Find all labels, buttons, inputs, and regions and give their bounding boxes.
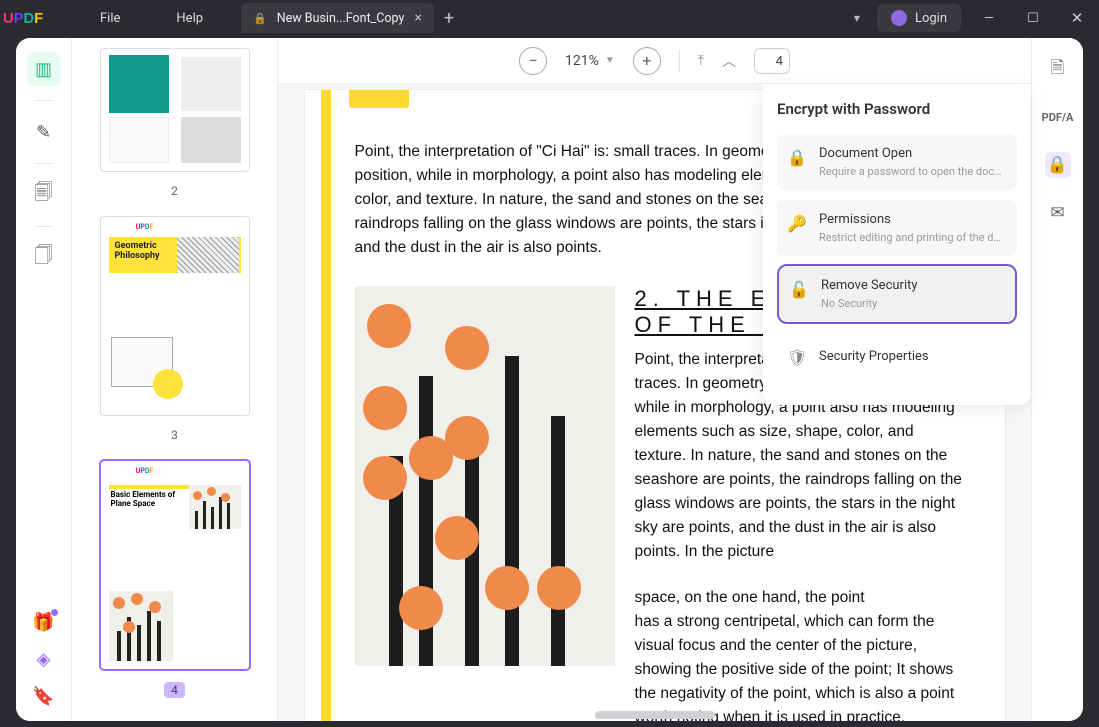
separator [35, 100, 53, 101]
option-title: Security Properties [819, 349, 1007, 364]
app-logo: UPDF [0, 9, 72, 27]
option-title: Permissions [819, 212, 1007, 227]
separator [679, 50, 680, 72]
first-page-button[interactable]: ⤒ [698, 53, 704, 69]
tab-title: New Busin...Font_Copy [277, 11, 405, 26]
highlighter-tool[interactable]: ✎ [27, 115, 61, 149]
option-subtitle: Restrict editing and printing of the doc… [819, 231, 1007, 244]
option-remove-security[interactable]: 🔓 Remove Security No Security [779, 266, 1015, 322]
document-tab[interactable]: 🔒 New Busin...Font_Copy × [241, 3, 434, 33]
option-title: Remove Security [821, 278, 1005, 293]
thumbnail-label: 3 [171, 428, 178, 442]
tab-list-dropdown[interactable]: ▾ [837, 11, 877, 25]
body-text: space, on the one hand, the point has a … [635, 586, 965, 721]
panel-title: Encrypt with Password [777, 100, 1017, 118]
text-tool[interactable]: 🗐 [27, 178, 61, 212]
option-permissions[interactable]: 🔑 Permissions Restrict editing and print… [777, 200, 1017, 256]
tab-close-icon[interactable]: × [414, 10, 421, 26]
new-tab-button[interactable]: + [434, 8, 464, 29]
separator [35, 226, 53, 227]
menu-help[interactable]: Help [148, 11, 231, 26]
option-document-open[interactable]: 🔒 Document Open Require a password to op… [777, 134, 1017, 190]
chevron-down-icon: ▼ [605, 55, 615, 66]
option-title: Document Open [819, 146, 1007, 161]
bookmark-icon[interactable]: 🔖 [32, 686, 54, 707]
mail-icon[interactable]: ✉ [1045, 200, 1071, 226]
accent-bar [321, 90, 331, 721]
thumbnail-page-2[interactable] [100, 48, 250, 172]
zoom-level[interactable]: 121%▼ [565, 53, 615, 69]
avatar-icon [891, 10, 907, 26]
login-button[interactable]: Login [877, 4, 961, 32]
window-close[interactable]: ✕ [1055, 9, 1099, 27]
left-toolbar: ▥ ✎ 🗐 🗍 🎁 ◈ 🔖 [16, 38, 72, 721]
thumbnail-page-4[interactable]: UPDF Basic Elements of Plane Space [100, 460, 250, 670]
window-maximize[interactable]: ☐ [1011, 11, 1055, 26]
login-label: Login [915, 11, 947, 26]
thumbnail-panel: 2 UPDF Geometric Philosophy 3 UPDF Basic… [72, 38, 278, 721]
shield-icon: 🛡 [787, 348, 807, 367]
zoom-in-button[interactable]: + [633, 47, 661, 75]
highlight-tag [349, 90, 409, 108]
unlock-icon: 🔓 [789, 280, 809, 299]
titlebar: UPDF File Help 🔒 New Busin...Font_Copy ×… [0, 0, 1099, 36]
option-subtitle: No Security [821, 297, 1005, 310]
window-minimize[interactable]: — [967, 11, 1011, 26]
svg-text:UPDF: UPDF [3, 11, 43, 27]
thumbnails-tool[interactable]: ▥ [27, 52, 61, 86]
page-number-input[interactable] [754, 48, 790, 74]
option-security-properties[interactable]: 🛡 Security Properties [777, 334, 1017, 379]
horizontal-scrollbar[interactable] [595, 711, 715, 719]
illustration [355, 286, 615, 666]
protect-icon[interactable]: 🔒 [1045, 152, 1071, 178]
pdfa-icon[interactable]: PDF/A [1045, 104, 1071, 130]
menu-file[interactable]: File [72, 11, 148, 26]
separator [35, 163, 53, 164]
lock-icon: 🔒 [787, 148, 807, 167]
encrypt-panel: Encrypt with Password 🔒 Document Open Re… [763, 84, 1031, 405]
lock-icon: 🔒 [253, 12, 267, 25]
prev-page-button[interactable]: ︿ [722, 51, 736, 71]
main-surface: ▥ ✎ 🗐 🗍 🎁 ◈ 🔖 2 UPDF Geometric Philosoph… [16, 38, 1083, 721]
layers-icon[interactable]: ◈ [37, 649, 51, 670]
pages-tool[interactable]: 🗍 [27, 241, 61, 275]
view-toolbar: − 121%▼ + ⤒ ︿ [278, 38, 1031, 84]
key-icon: 🔑 [787, 214, 807, 233]
gift-icon[interactable]: 🎁 [32, 612, 54, 633]
right-toolbar: 🗎 PDF/A 🔒 ✉ [1031, 38, 1083, 721]
thumbnail-label-current: 4 [164, 682, 185, 698]
thumbnail-label: 2 [171, 184, 178, 198]
option-subtitle: Require a password to open the document [819, 165, 1007, 178]
thumbnail-page-3[interactable]: UPDF Geometric Philosophy [100, 216, 250, 416]
export-icon[interactable]: 🗎 [1045, 56, 1071, 82]
zoom-out-button[interactable]: − [519, 47, 547, 75]
